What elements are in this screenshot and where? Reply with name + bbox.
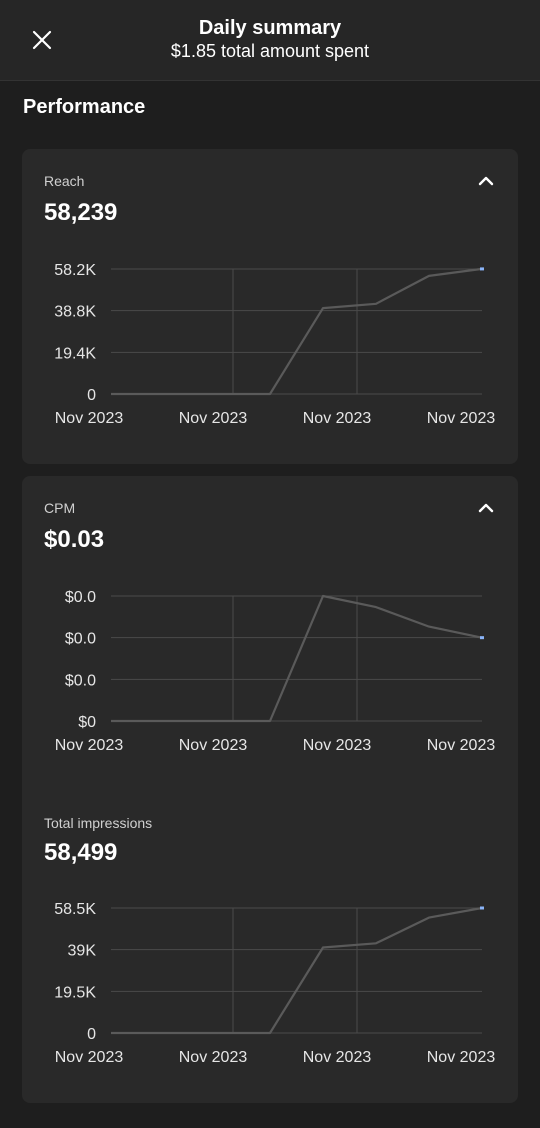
- reach-chart: 0 19.4K 38.8K 58.2K Nov 2023 Nov 2023 Nov 2023…: [54, 262, 496, 427]
- y-tick-label: 0: [87, 1026, 96, 1043]
- daily-summary-screen: Daily summary $1.85 total amount spent P…: [0, 0, 540, 1128]
- header-title: Daily summary: [198, 17, 342, 39]
- reach-value: 58,239: [44, 199, 118, 226]
- y-tick-label: 38.8K: [54, 304, 96, 321]
- x-tick-label: Nov 2023: [427, 737, 496, 754]
- x-tick-label: Nov 2023: [303, 1049, 372, 1066]
- cpm-collapse-button[interactable]: [474, 496, 498, 520]
- cpm-chart: $0 $0.0 $0.0 $0.0 Nov 2023 Nov 2023 Nov 2023 No…: [55, 589, 496, 754]
- x-tick-label: Nov 2023: [179, 1049, 248, 1066]
- y-tick-label: 19.5K: [54, 984, 96, 1001]
- x-tick-label: Nov 2023: [55, 1049, 124, 1066]
- series-line: [111, 267, 483, 396]
- x-tick-label: Nov 2023: [179, 410, 248, 427]
- x-tick-label: Nov 2023: [303, 737, 372, 754]
- reach-collapse-button[interactable]: [474, 169, 498, 193]
- y-tick-label: $0.0: [65, 631, 96, 648]
- series-line: [111, 594, 483, 723]
- impressions-value: 58,499: [44, 839, 118, 866]
- section-title-performance: Performance: [23, 96, 146, 118]
- cpm-impressions-card: CPM $0.03 $0 $0.0 $0.0 $0.0 Nov 2023 Nov 2023…: [22, 476, 518, 1103]
- y-tick-label: $0.0: [65, 672, 96, 689]
- data-point-marker: [480, 267, 484, 271]
- chevron-up-icon: [478, 503, 494, 513]
- cpm-value: $0.03: [44, 526, 105, 553]
- y-tick-label: $0.0: [65, 589, 96, 606]
- header-bar: Daily summary $1.85 total amount spent: [0, 0, 540, 81]
- x-tick-label: Nov 2023: [427, 410, 496, 427]
- x-tick-label: Nov 2023: [55, 410, 124, 427]
- cpm-label: CPM: [44, 500, 76, 516]
- y-tick-label: $0: [78, 714, 96, 731]
- data-point-marker: [480, 636, 484, 640]
- series-line: [111, 906, 483, 1035]
- x-tick-label: Nov 2023: [55, 737, 124, 754]
- impressions-label: Total impressions: [44, 815, 153, 831]
- header-subtitle: $1.85 total amount spent: [170, 41, 370, 61]
- data-point-marker: [480, 906, 484, 910]
- y-tick-label: 19.4K: [54, 345, 96, 362]
- x-tick-label: Nov 2023: [427, 1049, 496, 1066]
- y-tick-label: 58.2K: [54, 262, 96, 279]
- y-tick-label: 0: [87, 387, 96, 404]
- y-tick-label: 58.5K: [54, 901, 96, 918]
- x-tick-label: Nov 2023: [179, 737, 248, 754]
- y-tick-label: 39K: [68, 943, 97, 960]
- x-tick-label: Nov 2023: [303, 410, 372, 427]
- chevron-up-icon: [478, 176, 494, 186]
- impressions-chart: 0 19.5K 39K 58.5K Nov 2023 Nov 2023 Nov 2023 No…: [54, 901, 496, 1066]
- reach-card: Reach 58,239 0 19.4K 38.8K 58.2K Nov 2023 Nov…: [22, 149, 518, 464]
- reach-label: Reach: [44, 173, 85, 189]
